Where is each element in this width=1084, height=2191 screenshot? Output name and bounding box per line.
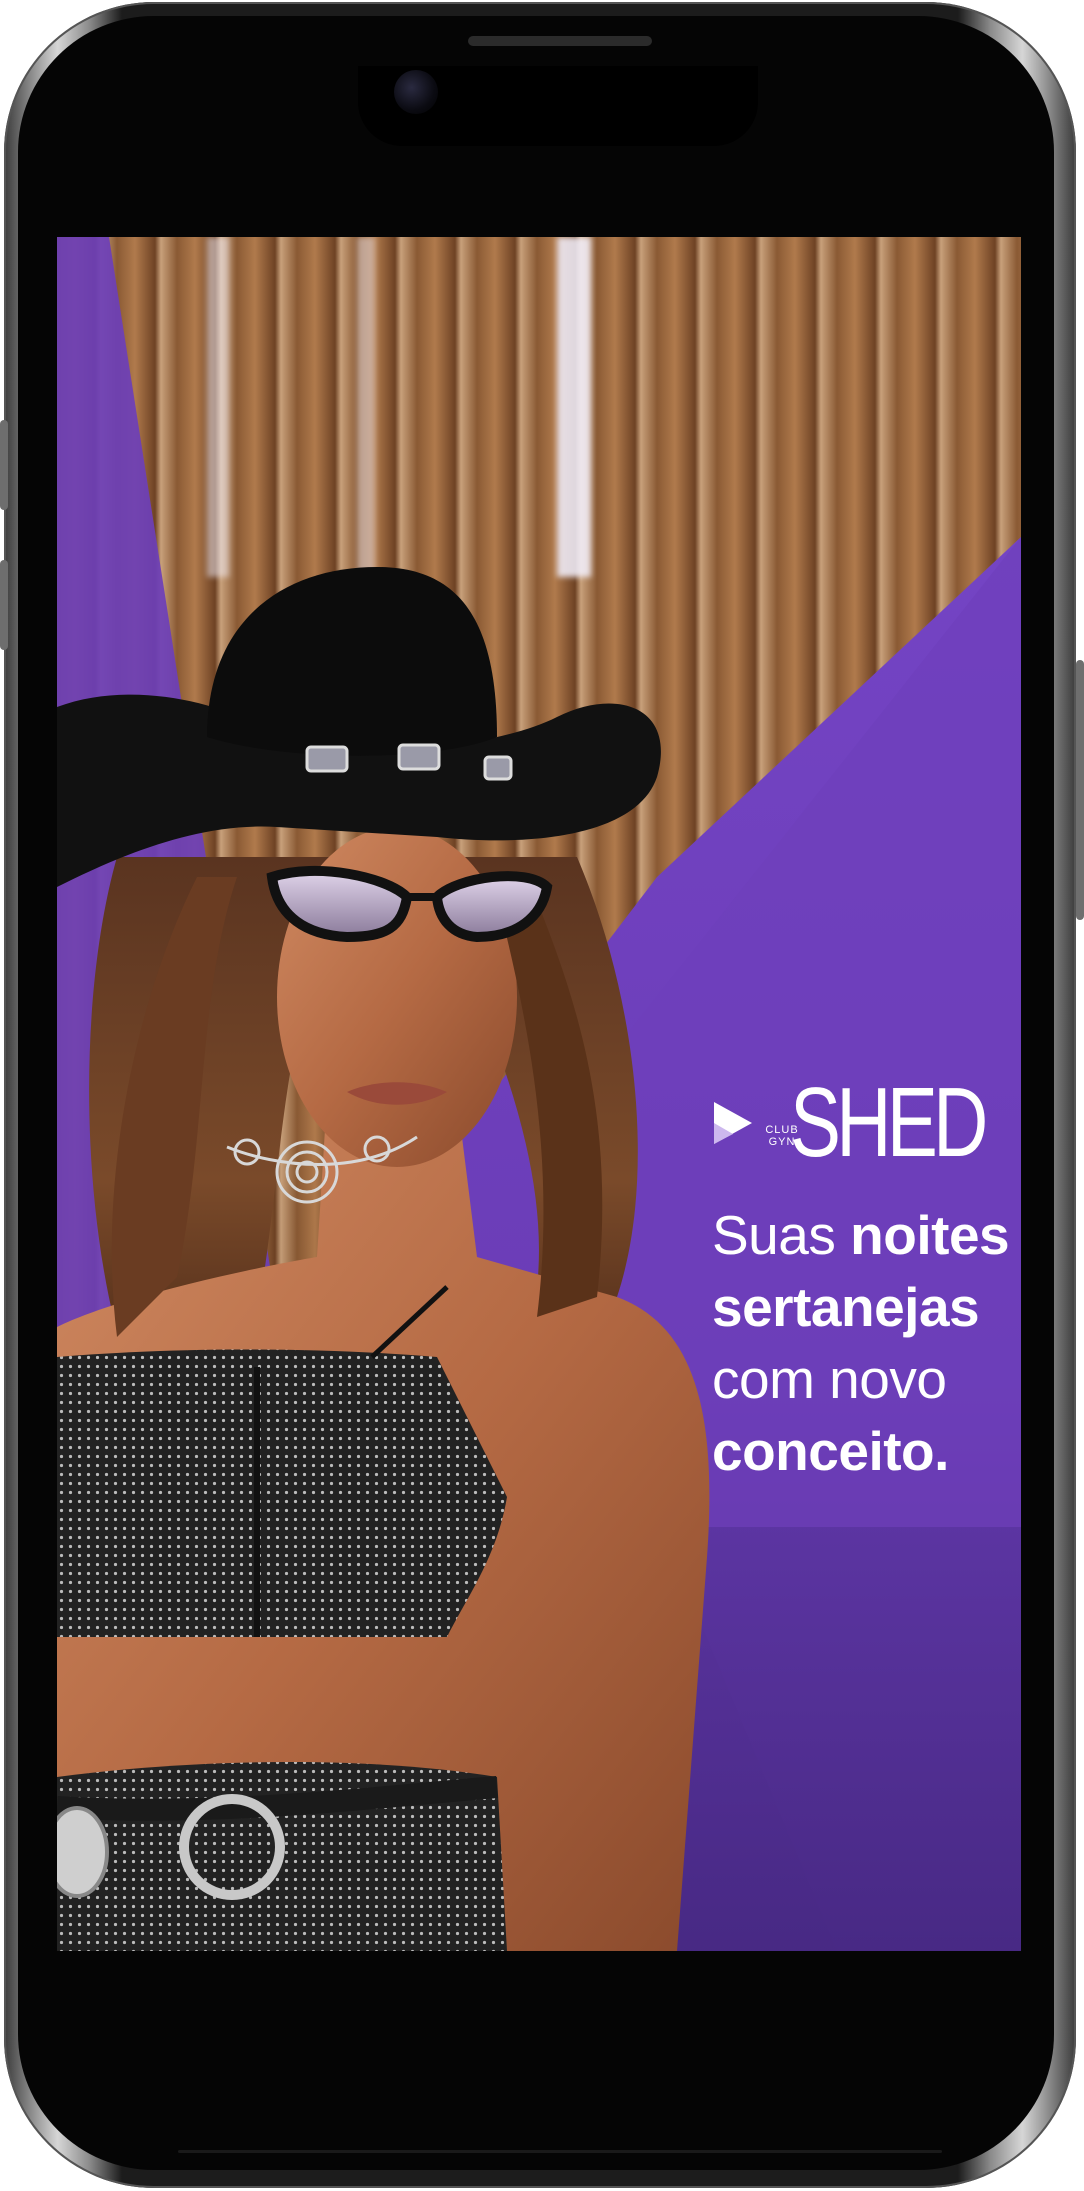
sparkle-top	[57, 1349, 507, 1637]
speaker-grille	[468, 36, 652, 46]
tagline-word-bold: noites	[850, 1204, 1010, 1266]
tagline: Suas noites sertanejas com novo conceito…	[712, 1199, 1021, 1487]
volume-button-left-2	[0, 560, 8, 650]
tagline-line-2: sertanejas	[712, 1276, 980, 1338]
power-button-right	[1076, 660, 1084, 920]
home-indicator	[178, 2150, 942, 2153]
volume-button-left-1	[0, 420, 8, 510]
logo-wordmark: SHED	[790, 1067, 988, 1177]
tagline-line-4: conceito.	[712, 1420, 949, 1482]
belt-buckle	[57, 1806, 109, 1898]
brand-logo: CLUB GYN SHED	[712, 1067, 988, 1177]
tagline-line-1: Suas noites	[712, 1199, 1021, 1271]
front-camera-icon	[394, 70, 438, 114]
play-triangle-icon	[714, 1102, 752, 1144]
tagline-word: Suas	[712, 1204, 851, 1266]
tagline-line-3: com novo	[712, 1348, 947, 1410]
story-screen[interactable]: CLUB GYN SHED Suas noites sertanejas com…	[57, 237, 1021, 1951]
